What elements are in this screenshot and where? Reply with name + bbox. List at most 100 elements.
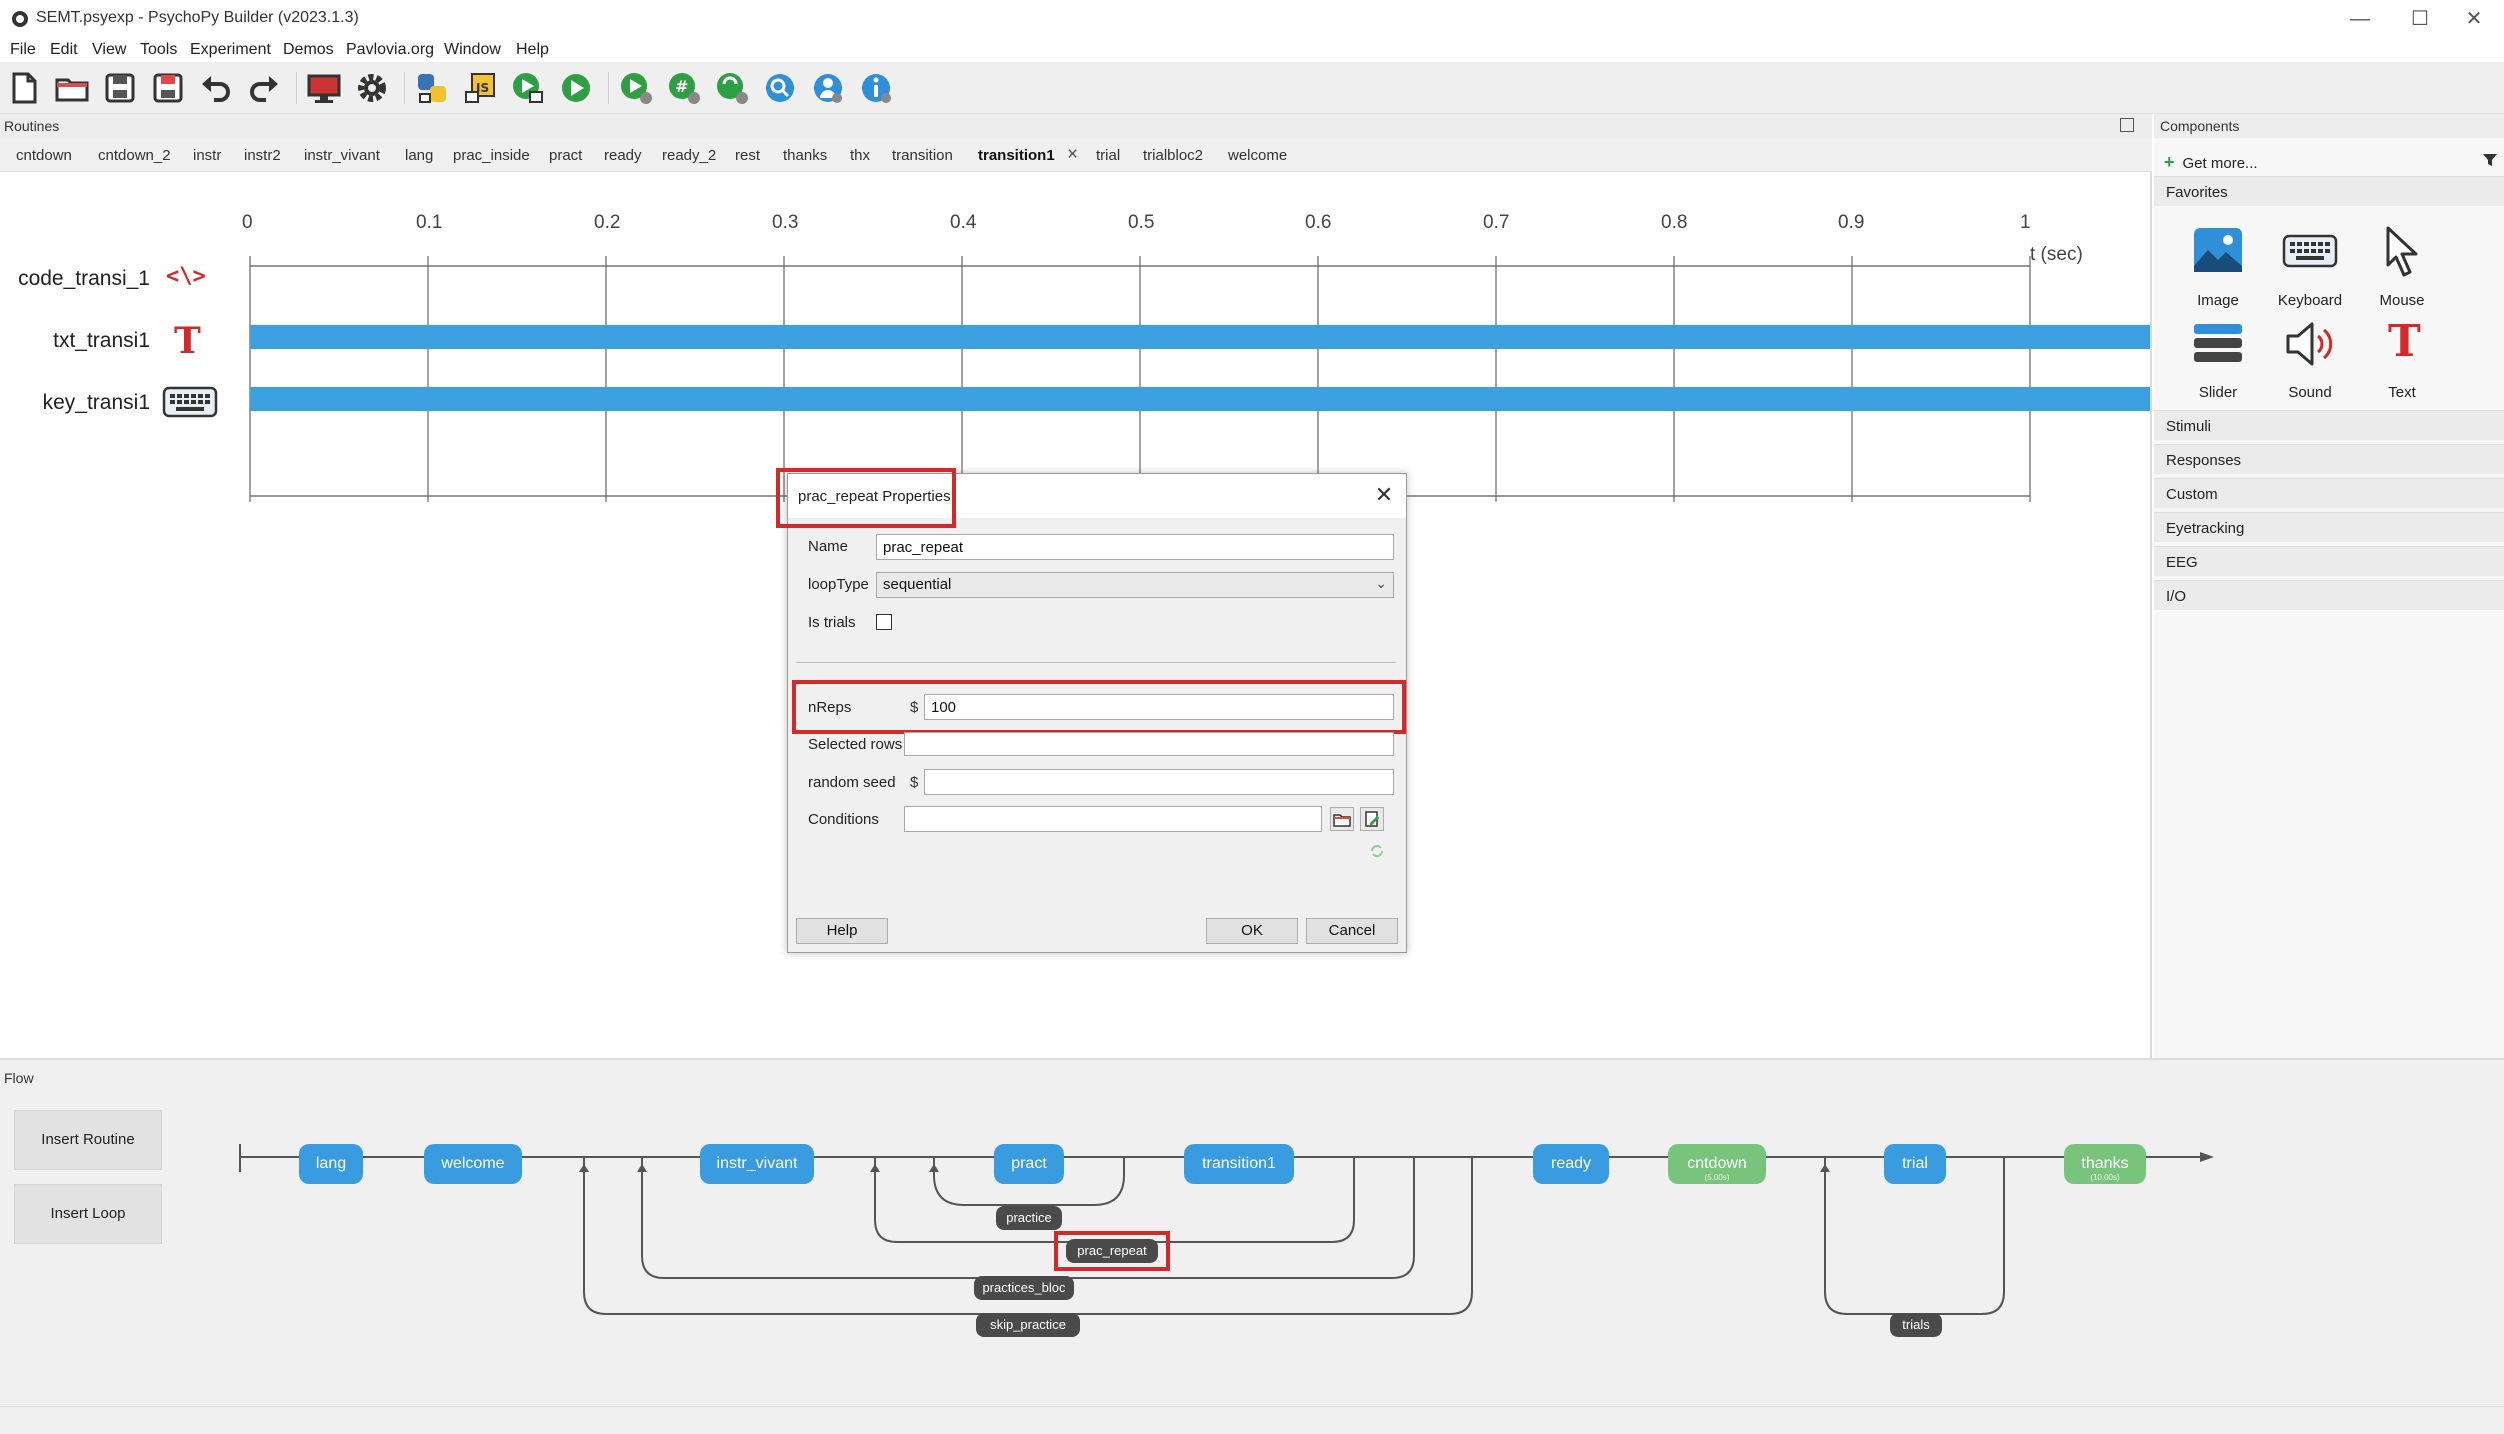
category-responses[interactable]: Responses (2154, 444, 2504, 474)
ok-button[interactable]: OK (1206, 918, 1298, 944)
python-icon[interactable] (414, 70, 450, 106)
category-eyetracking[interactable]: Eyetracking (2154, 512, 2504, 542)
settings-gear-icon[interactable] (354, 70, 390, 106)
pilot-run-icon[interactable] (510, 70, 546, 106)
flow-routine-ready[interactable]: ready (1533, 1144, 1609, 1184)
component-name-code[interactable]: code_transi_1 (0, 267, 150, 291)
selected-rows-field[interactable] (904, 732, 1394, 756)
menu-edit[interactable]: Edit (50, 41, 78, 59)
tab-cntdown[interactable]: cntdown (16, 147, 72, 164)
code-icon[interactable]: <\> (166, 264, 206, 289)
loop-label-practices-bloc[interactable]: practices_bloc (974, 1276, 1074, 1300)
cancel-button[interactable]: Cancel (1306, 918, 1398, 944)
component-image[interactable]: Image (2172, 224, 2264, 314)
category-stimuli[interactable]: Stimuli (2154, 410, 2504, 440)
tab-thanks[interactable]: thanks (783, 147, 827, 164)
pavlovia-project-icon[interactable] (810, 70, 846, 106)
menu-view[interactable]: View (92, 41, 126, 59)
tab-ready-2[interactable]: ready_2 (662, 147, 716, 164)
close-tab-icon[interactable]: × (1067, 144, 1078, 166)
js-icon[interactable]: JS (462, 70, 498, 106)
undo-icon[interactable] (198, 70, 234, 106)
flow-routine-trial[interactable]: trial (1884, 1144, 1946, 1184)
redo-icon[interactable] (246, 70, 282, 106)
category-custom[interactable]: Custom (2154, 478, 2504, 508)
open-folder-icon[interactable] (54, 70, 90, 106)
pavlovia-search-icon[interactable] (762, 70, 798, 106)
loop-label-practice[interactable]: practice (996, 1206, 1062, 1230)
component-bar-key_transi1[interactable] (250, 387, 2150, 411)
flow-routine-lang[interactable]: lang (299, 1144, 363, 1184)
component-name-text[interactable]: txt_transi1 (0, 329, 150, 353)
info-icon[interactable] (858, 70, 894, 106)
loop-label-prac-repeat[interactable]: prac_repeat (1066, 1239, 1158, 1263)
maximize-panel-icon[interactable] (2120, 118, 2134, 132)
loop-label-trials[interactable]: trials (1890, 1313, 1942, 1337)
new-file-icon[interactable] (6, 70, 42, 106)
name-field[interactable] (876, 534, 1394, 560)
flow-routine-pract[interactable]: pract (994, 1144, 1064, 1184)
maximize-button[interactable]: ☐ (2390, 2, 2450, 36)
component-slider[interactable]: Slider (2172, 316, 2264, 406)
istrials-checkbox[interactable] (876, 614, 892, 630)
save-as-icon[interactable] (150, 70, 186, 106)
send-to-runner-icon[interactable] (618, 70, 654, 106)
flow-routine-welcome[interactable]: welcome (424, 1144, 522, 1184)
refresh-icon[interactable] (1368, 842, 1386, 860)
tab-transition[interactable]: transition (892, 147, 953, 164)
component-mouse[interactable]: Mouse (2356, 224, 2448, 314)
menu-window[interactable]: Window (444, 41, 501, 59)
pavlovia-user-icon[interactable] (714, 70, 750, 106)
minimize-button[interactable]: — (2330, 2, 2390, 36)
tab-transition1[interactable]: transition1 (978, 147, 1055, 164)
tab-prac-inside[interactable]: prac_inside (453, 147, 530, 164)
menu-demos[interactable]: Demos (283, 41, 334, 59)
pavlovia-sync-icon[interactable]: # (666, 70, 702, 106)
category-io[interactable]: I/O (2154, 580, 2504, 610)
edit-conditions-button[interactable] (1360, 807, 1384, 831)
component-text[interactable]: T Text (2356, 316, 2448, 406)
keyboard-icon[interactable] (162, 386, 218, 418)
conditions-field[interactable] (904, 806, 1322, 832)
looptype-select[interactable]: sequential ⌄ (876, 572, 1394, 598)
menu-file[interactable]: File (10, 41, 36, 59)
close-icon[interactable]: ✕ (1372, 482, 1396, 508)
tab-trial[interactable]: trial (1096, 147, 1120, 164)
browse-folder-button[interactable] (1330, 807, 1354, 831)
filter-icon[interactable] (2482, 152, 2498, 168)
tab-ready[interactable]: ready (604, 147, 642, 164)
get-more-button[interactable]: + Get more... (2164, 152, 2258, 173)
menu-experiment[interactable]: Experiment (190, 41, 271, 59)
flow-routine-thanks[interactable]: thanks (10.00s) (2064, 1144, 2146, 1184)
tab-instr[interactable]: instr (193, 147, 221, 164)
nreps-field[interactable] (924, 694, 1394, 720)
tab-instr2[interactable]: instr2 (244, 147, 281, 164)
tab-welcome[interactable]: welcome (1228, 147, 1287, 164)
category-eeg[interactable]: EEG (2154, 546, 2504, 576)
flow-routine-transition1[interactable]: transition1 (1184, 1144, 1294, 1184)
tab-thx[interactable]: thx (850, 147, 870, 164)
menu-tools[interactable]: Tools (140, 41, 177, 59)
help-button[interactable]: Help (796, 918, 888, 944)
monitor-icon[interactable] (306, 70, 342, 106)
save-icon[interactable] (102, 70, 138, 106)
favorites-header[interactable]: Favorites (2154, 176, 2504, 206)
flow-routine-cntdown[interactable]: cntdown (5.00s) (1668, 1144, 1766, 1184)
run-icon[interactable] (558, 70, 594, 106)
flow-routine-instr-vivant[interactable]: instr_vivant (700, 1144, 814, 1184)
close-window-button[interactable]: ✕ (2444, 2, 2504, 36)
tab-instr-vivant[interactable]: instr_vivant (304, 147, 380, 164)
component-keyboard[interactable]: Keyboard (2264, 224, 2356, 314)
tab-cntdown-2[interactable]: cntdown_2 (98, 147, 171, 164)
tab-rest[interactable]: rest (735, 147, 760, 164)
component-name-keyboard[interactable]: key_transi1 (0, 391, 150, 415)
tab-pract[interactable]: pract (549, 147, 582, 164)
tab-lang[interactable]: lang (405, 147, 433, 164)
random-seed-field[interactable] (924, 769, 1394, 795)
menu-help[interactable]: Help (516, 41, 549, 59)
menu-pavlovia[interactable]: Pavlovia.org (346, 41, 434, 59)
tab-trialbloc2[interactable]: trialbloc2 (1143, 147, 1203, 164)
component-sound[interactable]: Sound (2264, 316, 2356, 406)
component-bar-txt_transi1[interactable] (250, 325, 2150, 349)
loop-label-skip-practice[interactable]: skip_practice (976, 1313, 1080, 1337)
